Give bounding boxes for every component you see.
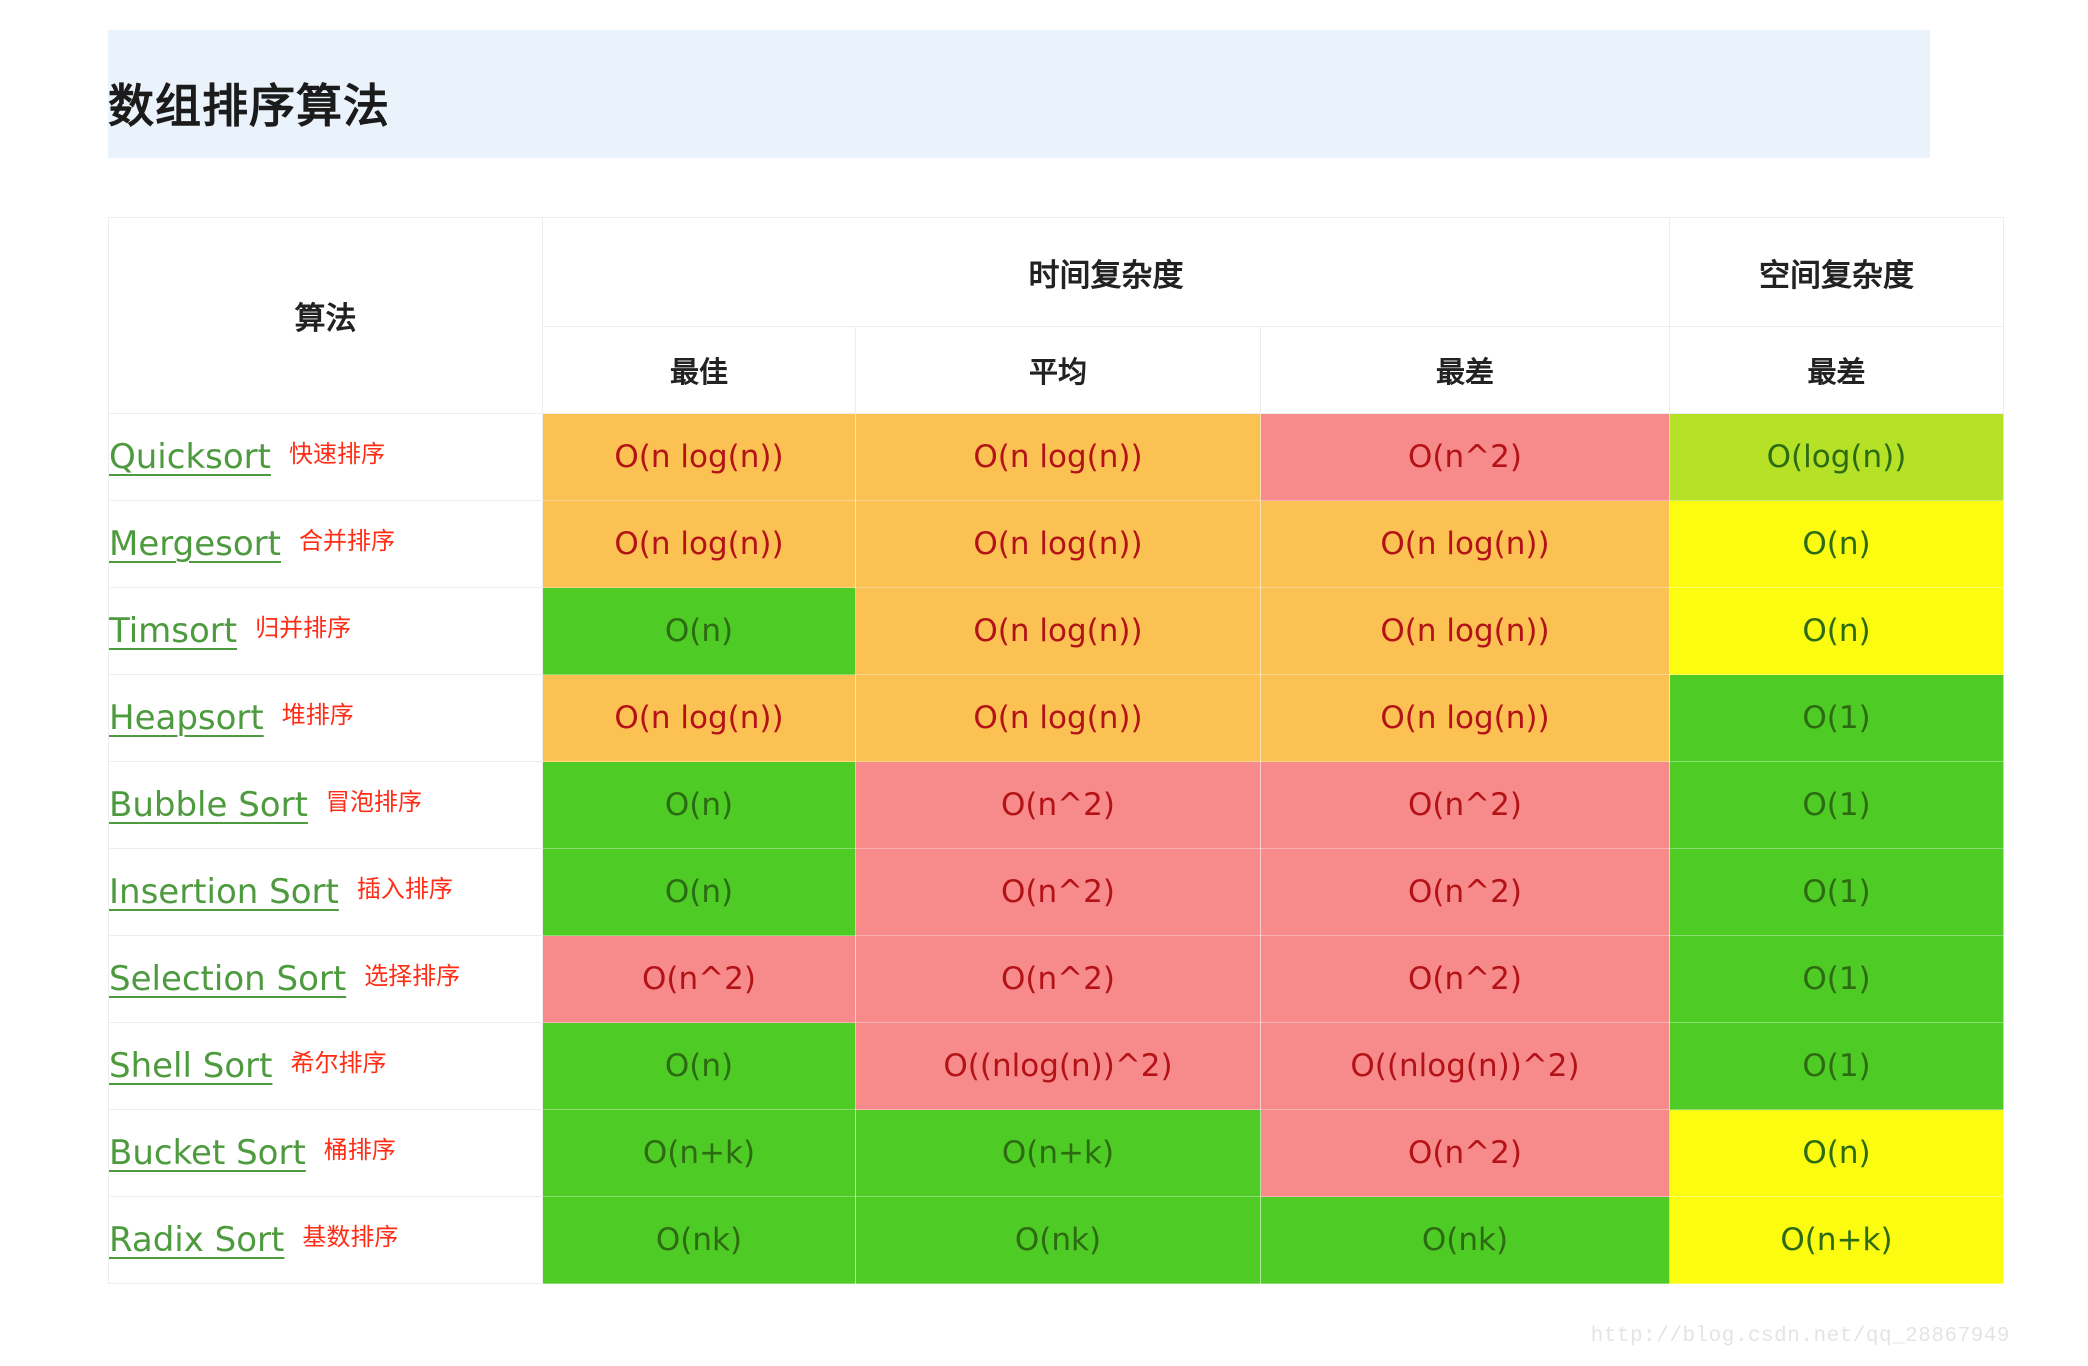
complexity-cell-worst: O(n log(n))	[1260, 674, 1670, 762]
algorithm-chinese-annotation: 合并排序	[298, 527, 395, 555]
table-row: Insertion Sort 插入排序 O(n) O(n^2) O(n^2) O(1)	[108, 848, 2004, 936]
algorithm-name-cell: Timsort 归并排序	[108, 587, 543, 675]
complexity-cell-worst: O(n^2)	[1260, 761, 1670, 849]
complexity-cell-space: O(1)	[1669, 674, 2004, 762]
algorithm-chinese-annotation: 选择排序	[364, 962, 461, 990]
table-row: Quicksort 快速排序 O(n log(n)) O(n log(n)) O(n^2…	[108, 413, 2004, 501]
algorithm-name-cell: Bubble Sort 冒泡排序	[108, 761, 543, 849]
complexity-cell-worst: O(n^2)	[1260, 1109, 1670, 1197]
table-row: Bubble Sort 冒泡排序 O(n) O(n^2) O(n^2) O(1)	[108, 761, 2004, 849]
header-best: 最佳	[542, 326, 856, 414]
header-algorithm: 算法	[108, 217, 543, 414]
complexity-cell-average: O(nk)	[855, 1196, 1261, 1284]
table-row: Radix Sort 基数排序 O(nk) O(nk) O(nk) O(n+k)	[108, 1196, 2004, 1284]
algorithm-chinese-annotation: 希尔排序	[290, 1049, 387, 1077]
complexity-cell-space: O(n+k)	[1669, 1196, 2004, 1284]
complexity-cell-space: O(1)	[1669, 761, 2004, 849]
complexity-cell-best: O(n log(n))	[542, 674, 856, 762]
sorting-algorithms-table: 算法 时间复杂度 空间复杂度 最佳 平均 最差 最差 Quicksort 快速排序…	[108, 217, 2004, 1284]
table-header: 算法 时间复杂度 空间复杂度 最佳 平均 最差 最差	[108, 217, 2004, 414]
algorithm-link[interactable]: Radix Sort	[109, 1220, 284, 1260]
complexity-cell-best: O(n^2)	[542, 935, 856, 1023]
algorithm-chinese-annotation: 冒泡排序	[325, 788, 422, 816]
complexity-cell-average: O((nlog(n))^2)	[855, 1022, 1261, 1110]
table-body: Quicksort 快速排序 O(n log(n)) O(n log(n)) O(n^2…	[108, 413, 2004, 1284]
complexity-cell-worst: O(n^2)	[1260, 848, 1670, 936]
algorithm-name-cell: Radix Sort 基数排序	[108, 1196, 543, 1284]
table-row: Timsort 归并排序 O(n) O(n log(n)) O(n log(n)) O(n…	[108, 587, 2004, 675]
complexity-cell-space: O(1)	[1669, 848, 2004, 936]
header-space-complexity: 空间复杂度	[1669, 217, 2004, 327]
complexity-cell-average: O(n log(n))	[855, 674, 1261, 762]
sorting-algorithms-table-wrapper: 算法 时间复杂度 空间复杂度 最佳 平均 最差 最差 Quicksort 快速排序…	[108, 217, 2004, 1284]
algorithm-chinese-annotation: 归并排序	[255, 614, 352, 642]
complexity-cell-worst: O((nlog(n))^2)	[1260, 1022, 1670, 1110]
table-row: Shell Sort 希尔排序 O(n) O((nlog(n))^2) O((nlog(…	[108, 1022, 2004, 1110]
table-row: Bucket Sort 桶排序 O(n+k) O(n+k) O(n^2) O(n)	[108, 1109, 2004, 1197]
algorithm-name-cell: Shell Sort 希尔排序	[108, 1022, 543, 1110]
complexity-cell-average: O(n^2)	[855, 848, 1261, 936]
header-worst: 最差	[1260, 326, 1670, 414]
header-average: 平均	[855, 326, 1261, 414]
complexity-cell-average: O(n^2)	[855, 935, 1261, 1023]
complexity-cell-space: O(n)	[1669, 500, 2004, 588]
algorithm-name-cell: Mergesort 合并排序	[108, 500, 543, 588]
complexity-cell-space: O(log(n))	[1669, 413, 2004, 501]
complexity-cell-worst: O(n^2)	[1260, 413, 1670, 501]
complexity-cell-space: O(1)	[1669, 1022, 2004, 1110]
complexity-cell-average: O(n^2)	[855, 761, 1261, 849]
algorithm-link[interactable]: Timsort	[109, 611, 237, 651]
header-time-complexity: 时间复杂度	[542, 217, 1670, 327]
algorithm-link[interactable]: Mergesort	[109, 524, 281, 564]
complexity-cell-worst: O(n^2)	[1260, 935, 1670, 1023]
algorithm-chinese-annotation: 桶排序	[323, 1136, 396, 1164]
complexity-cell-best: O(n)	[542, 587, 856, 675]
algorithm-name-cell: Insertion Sort 插入排序	[108, 848, 543, 936]
table-header-row-top: 算法 时间复杂度 空间复杂度	[108, 217, 2004, 414]
table-row: Mergesort 合并排序 O(n log(n)) O(n log(n)) O(n l…	[108, 500, 2004, 588]
complexity-cell-space: O(n)	[1669, 1109, 2004, 1197]
complexity-cell-best: O(n log(n))	[542, 413, 856, 501]
complexity-cell-space: O(1)	[1669, 935, 2004, 1023]
header-space-worst: 最差	[1669, 326, 2004, 414]
algorithm-chinese-annotation: 插入排序	[356, 875, 453, 903]
algorithm-link[interactable]: Shell Sort	[109, 1046, 272, 1086]
algorithm-link[interactable]: Insertion Sort	[109, 872, 339, 912]
complexity-cell-worst: O(n log(n))	[1260, 500, 1670, 588]
algorithm-link[interactable]: Quicksort	[109, 437, 271, 477]
algorithm-link[interactable]: Heapsort	[109, 698, 264, 738]
algorithm-name-cell: Bucket Sort 桶排序	[108, 1109, 543, 1197]
algorithm-chinese-annotation: 快速排序	[288, 440, 385, 468]
complexity-cell-best: O(n+k)	[542, 1109, 856, 1197]
source-watermark: http://blog.csdn.net/qq_28867949	[1590, 1325, 2010, 1348]
complexity-cell-average: O(n+k)	[855, 1109, 1261, 1197]
complexity-cell-best: O(n log(n))	[542, 500, 856, 588]
algorithm-name-cell: Heapsort 堆排序	[108, 674, 543, 762]
algorithm-chinese-annotation: 堆排序	[281, 701, 354, 729]
algorithm-chinese-annotation: 基数排序	[302, 1223, 399, 1251]
complexity-cell-best: O(n)	[542, 848, 856, 936]
complexity-cell-average: O(n log(n))	[855, 413, 1261, 501]
algorithm-name-cell: Quicksort 快速排序	[108, 413, 543, 501]
algorithm-name-cell: Selection Sort 选择排序	[108, 935, 543, 1023]
algorithm-link[interactable]: Bubble Sort	[109, 785, 308, 825]
table-row: Selection Sort 选择排序 O(n^2) O(n^2) O(n^2) O(1)	[108, 935, 2004, 1023]
complexity-cell-best: O(n)	[542, 1022, 856, 1110]
page-title: 数组排序算法	[108, 80, 390, 132]
complexity-cell-best: O(nk)	[542, 1196, 856, 1284]
complexity-cell-space: O(n)	[1669, 587, 2004, 675]
complexity-cell-best: O(n)	[542, 761, 856, 849]
complexity-cell-worst: O(nk)	[1260, 1196, 1670, 1284]
complexity-cell-worst: O(n log(n))	[1260, 587, 1670, 675]
complexity-cell-average: O(n log(n))	[855, 500, 1261, 588]
complexity-cell-average: O(n log(n))	[855, 587, 1261, 675]
title-banner: 数组排序算法	[108, 30, 1930, 158]
table-row: Heapsort 堆排序 O(n log(n)) O(n log(n)) O(n log…	[108, 674, 2004, 762]
algorithm-link[interactable]: Bucket Sort	[109, 1133, 306, 1173]
algorithm-link[interactable]: Selection Sort	[109, 959, 346, 999]
